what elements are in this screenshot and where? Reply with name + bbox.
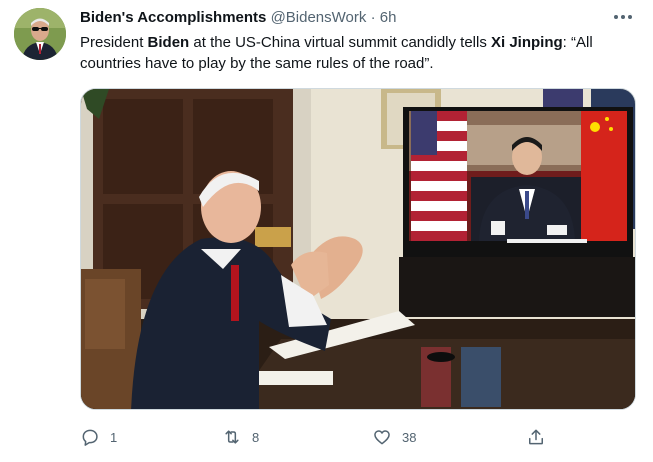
tweet-text-part: President <box>80 34 148 51</box>
tweet-text-part: at the US-China virtual summit candidly … <box>189 34 491 51</box>
retweet-icon <box>225 430 239 444</box>
reply-count: 1 <box>110 429 118 445</box>
share-icon <box>529 429 543 445</box>
author-name[interactable]: Biden's Accomplishments <box>80 9 266 26</box>
retweet-count: 8 <box>252 429 260 445</box>
more-icon <box>614 15 632 19</box>
like-button[interactable]: 38 <box>372 424 416 450</box>
tweet-text: President Biden at the US-China virtual … <box>80 32 636 74</box>
reply-icon <box>82 429 98 446</box>
action-bar: 1 8 38 <box>80 424 636 450</box>
avatar[interactable] <box>14 8 66 60</box>
tweet[interactable]: Biden's Accomplishments @BidensWork · 6h… <box>0 0 653 462</box>
separator-dot: · <box>370 9 376 26</box>
author-handle[interactable]: @BidensWork <box>271 9 367 26</box>
more-button[interactable] <box>611 9 635 25</box>
mention-biden: Biden <box>147 34 190 51</box>
tweet-header: Biden's Accomplishments @BidensWork · 6h <box>80 8 635 28</box>
avatar-image <box>14 8 66 60</box>
photo-summit <box>81 89 635 409</box>
heart-icon <box>374 430 390 445</box>
retweet-button[interactable]: 8 <box>222 424 259 450</box>
reply-button[interactable]: 1 <box>80 424 117 450</box>
tweet-photo[interactable] <box>80 88 636 410</box>
mention-xi: Xi Jinping <box>491 34 563 51</box>
share-button[interactable] <box>526 424 546 450</box>
like-count: 38 <box>402 429 417 445</box>
timestamp[interactable]: 6h <box>380 9 397 26</box>
